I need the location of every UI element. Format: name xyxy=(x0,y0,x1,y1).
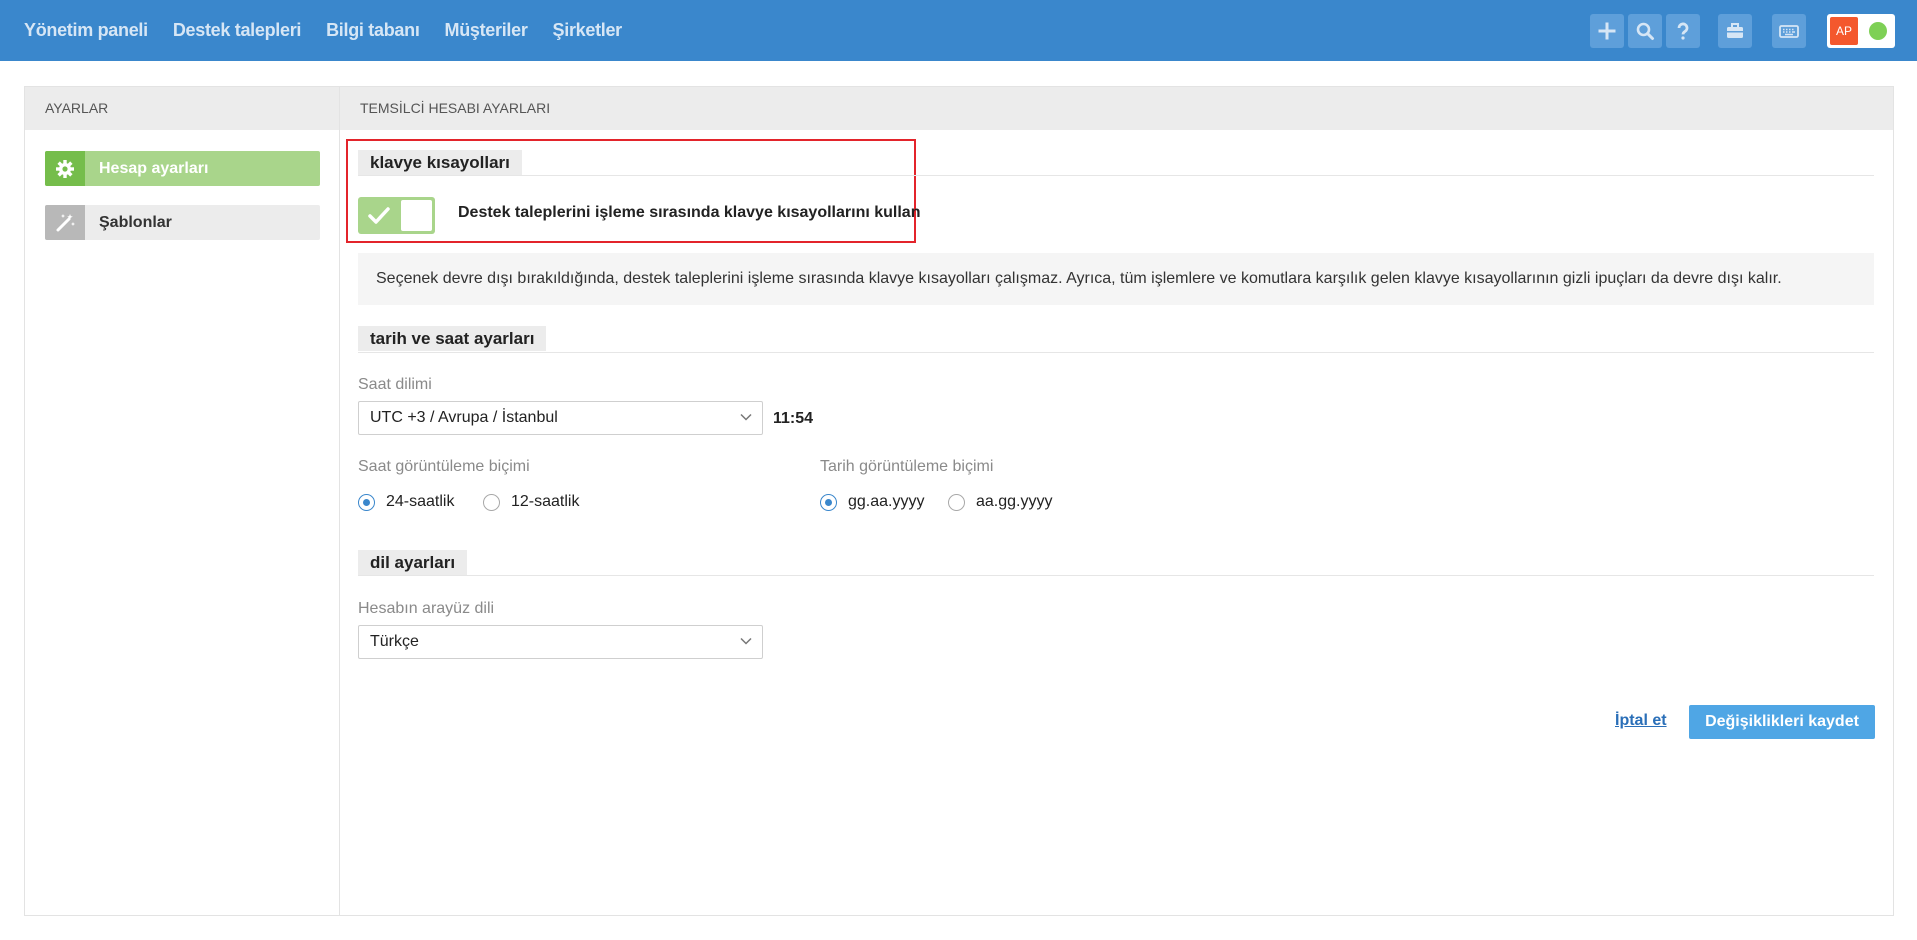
shortcuts-toggle[interactable] xyxy=(358,197,435,234)
timezone-select[interactable]: UTC +3 / Avrupa / İstanbul xyxy=(358,401,763,435)
section-title-shortcuts: klavye kısayolları xyxy=(358,150,522,175)
section-title-language: dil ayarları xyxy=(358,550,468,575)
language-select[interactable]: Türkçe xyxy=(358,625,763,659)
cancel-link[interactable]: İptal et xyxy=(1615,712,1667,730)
top-toolbar: AP xyxy=(0,14,1917,48)
sidebar-item-account-settings[interactable]: Hesap ayarları xyxy=(45,151,320,186)
toggle-knob xyxy=(401,200,432,231)
page-title: TEMSİLCİ HESABI AYARLARI xyxy=(340,87,1893,130)
radio-label: gg.aa.yyyy xyxy=(848,493,925,510)
date-format-label: Tarih görüntüleme biçimi xyxy=(820,458,994,475)
language-value: Türkçe xyxy=(370,633,419,650)
section-divider xyxy=(358,352,1874,353)
radio-selected-icon xyxy=(820,493,837,511)
keyboard-icon[interactable] xyxy=(1772,14,1806,48)
magic-wand-icon xyxy=(45,205,85,240)
shortcuts-info: Seçenek devre dışı bırakıldığında, deste… xyxy=(358,253,1874,305)
chevron-down-icon xyxy=(740,413,752,421)
timezone-label: Saat dilimi xyxy=(358,376,432,393)
timezone-value: UTC +3 / Avrupa / İstanbul xyxy=(370,409,558,426)
time-format-label: Saat görüntüleme biçimi xyxy=(358,458,530,475)
sidebar-header: AYARLAR xyxy=(25,87,340,130)
chevron-down-icon xyxy=(740,637,752,645)
sidebar: Hesap ayarları Şablonlar xyxy=(25,130,340,915)
radio-mm-dd-yyyy[interactable]: aa.gg.yyyy xyxy=(948,493,1052,511)
radio-label: 12-saatlik xyxy=(511,493,580,510)
radio-dd-mm-yyyy[interactable]: gg.aa.yyyy xyxy=(820,493,924,511)
language-label: Hesabın arayüz dili xyxy=(358,600,495,617)
section-divider xyxy=(358,175,1874,176)
section-divider xyxy=(358,575,1874,576)
check-icon xyxy=(368,207,390,224)
avatar[interactable]: AP xyxy=(1830,17,1858,45)
help-icon[interactable] xyxy=(1666,14,1700,48)
radio-24h[interactable]: 24-saatlik xyxy=(358,493,454,511)
radio-unselected-icon xyxy=(948,493,965,511)
radio-label: aa.gg.yyyy xyxy=(976,493,1053,510)
sidebar-item-label: Hesap ayarları xyxy=(99,159,209,177)
save-button[interactable]: Değişiklikleri kaydet xyxy=(1689,705,1875,739)
radio-label: 24-saatlik xyxy=(386,493,455,510)
radio-unselected-icon xyxy=(483,493,500,511)
radio-selected-icon xyxy=(358,493,375,511)
online-status-icon xyxy=(1869,22,1887,40)
briefcase-icon[interactable] xyxy=(1718,14,1752,48)
sidebar-item-label: Şablonlar xyxy=(99,213,172,231)
shortcuts-toggle-label: Destek taleplerini işleme sırasında klav… xyxy=(458,204,921,221)
radio-12h[interactable]: 12-saatlik xyxy=(483,493,579,511)
plus-icon[interactable] xyxy=(1590,14,1624,48)
search-icon[interactable] xyxy=(1628,14,1662,48)
section-title-datetime: tarih ve saat ayarları xyxy=(358,326,547,351)
current-time: 11:54 xyxy=(773,410,814,427)
gear-icon xyxy=(45,151,85,186)
top-bar: Yönetim paneli Destek talepleri Bilgi ta… xyxy=(0,0,1917,61)
user-menu[interactable]: AP xyxy=(1827,14,1895,48)
sidebar-item-templates[interactable]: Şablonlar xyxy=(45,205,320,240)
